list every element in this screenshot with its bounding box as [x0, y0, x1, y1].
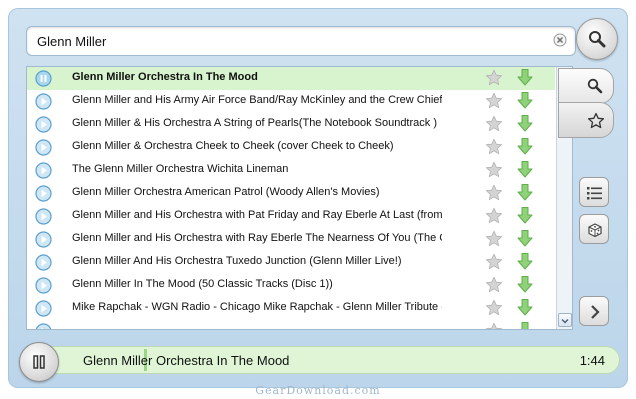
star-icon[interactable] [485, 184, 503, 202]
star-icon[interactable] [485, 138, 503, 156]
watermark: GearDownload.com [255, 384, 381, 397]
playlist-button[interactable] [579, 177, 609, 207]
play-circle-icon[interactable] [35, 116, 52, 133]
play-circle-icon[interactable] [35, 208, 52, 225]
dice-icon [588, 223, 602, 238]
download-arrow-icon[interactable] [516, 275, 534, 295]
tab-search[interactable] [558, 68, 614, 104]
track-title: Glenn Miller and His Army Air Force Band… [72, 94, 442, 106]
star-icon[interactable] [485, 276, 503, 294]
star-icon[interactable] [485, 69, 503, 87]
search-button[interactable] [576, 18, 618, 60]
track-row[interactable]: Glenn Miller and His Orchestra with Pat … [27, 205, 555, 228]
download-arrow-icon[interactable] [516, 183, 534, 203]
download-arrow-icon[interactable] [516, 321, 534, 330]
list-icon [587, 187, 602, 200]
pause-circle-icon[interactable] [35, 70, 52, 87]
track-title: Mike Rapchak - WGN Radio - Chicago Mike … [72, 301, 442, 313]
track-list: Glenn Miller Orchestra In The Mood Glenn … [26, 66, 573, 330]
track-title: Glenn Miller & Orchestra Cheek to Cheek … [72, 140, 394, 152]
track-title: Glenn Miller and His Orchestra with Pat … [72, 209, 442, 221]
play-circle-icon[interactable] [35, 254, 52, 271]
play-circle-icon[interactable] [35, 277, 52, 294]
pause-icon [33, 355, 45, 369]
scroll-down-button[interactable] [558, 313, 572, 327]
play-circle-icon[interactable] [35, 323, 52, 330]
track-row[interactable]: Glenn Miller and His Orchestra with Ray … [27, 228, 555, 251]
download-arrow-icon[interactable] [516, 68, 534, 88]
download-arrow-icon[interactable] [516, 114, 534, 134]
now-playing-time: 1:44 [579, 353, 605, 368]
download-arrow-icon[interactable] [516, 298, 534, 318]
play-circle-icon[interactable] [35, 185, 52, 202]
chevron-down-icon [561, 318, 569, 324]
pause-button[interactable] [19, 342, 59, 382]
search-icon [589, 31, 606, 48]
track-title [72, 324, 442, 329]
search-icon [587, 78, 603, 94]
download-arrow-icon[interactable] [516, 137, 534, 157]
play-circle-icon[interactable] [35, 162, 52, 179]
track-title: Glenn Miller and His Orchestra with Ray … [72, 232, 442, 244]
download-arrow-icon[interactable] [516, 206, 534, 226]
track-row[interactable] [27, 320, 555, 330]
star-icon[interactable] [485, 253, 503, 271]
download-arrow-icon[interactable] [516, 229, 534, 249]
track-row[interactable]: Glenn Miller and His Army Air Force Band… [27, 90, 555, 113]
chevron-right-icon [591, 305, 600, 319]
track-title: Glenn Miller Orchestra American Patrol (… [72, 186, 380, 198]
now-playing-title: Glenn Miller Orchestra In The Mood [83, 353, 290, 368]
app-window: Glenn Miller Orchestra In The MoodGlenn … [8, 8, 628, 388]
track-row[interactable]: Glenn Miller Orchestra In The Mood [27, 67, 555, 90]
star-icon[interactable] [485, 207, 503, 225]
star-icon[interactable] [485, 115, 503, 133]
clear-search-icon[interactable] [553, 33, 567, 47]
star-icon[interactable] [485, 299, 503, 317]
track-row[interactable]: Mike Rapchak - WGN Radio - Chicago Mike … [27, 297, 555, 320]
play-circle-icon[interactable] [35, 139, 52, 156]
search-box[interactable] [26, 26, 576, 56]
track-row[interactable]: The Glenn Miller Orchestra Wichita Linem… [27, 159, 555, 182]
star-icon[interactable] [485, 230, 503, 248]
play-circle-icon[interactable] [35, 93, 52, 110]
search-input[interactable] [37, 32, 537, 50]
track-row[interactable]: Glenn Miller Orchestra American Patrol (… [27, 182, 555, 205]
star-icon[interactable] [485, 92, 503, 110]
track-title: Glenn Miller In The Mood (50 Classic Tra… [72, 278, 333, 290]
star-icon[interactable] [485, 161, 503, 179]
track-row[interactable]: Glenn Miller And His Orchestra Tuxedo Ju… [27, 251, 555, 274]
track-row[interactable]: Glenn Miller & Orchestra Cheek to Cheek … [27, 136, 555, 159]
star-icon[interactable] [485, 322, 503, 330]
track-row[interactable]: Glenn Miller In The Mood (50 Classic Tra… [27, 274, 555, 297]
shuffle-button[interactable] [579, 214, 609, 244]
track-title: The Glenn Miller Orchestra Wichita Linem… [72, 163, 289, 175]
track-title: Glenn Miller Orchestra In The Mood [72, 71, 258, 83]
play-circle-icon[interactable] [35, 231, 52, 248]
track-row[interactable]: Glenn Miller & His Orchestra A String of… [27, 113, 555, 136]
star-outline-icon [587, 112, 605, 129]
download-arrow-icon[interactable] [516, 252, 534, 272]
track-title: Glenn Miller & His Orchestra A String of… [72, 117, 437, 129]
download-arrow-icon[interactable] [516, 91, 534, 111]
next-button[interactable] [579, 296, 609, 326]
tab-favorites[interactable] [558, 102, 614, 138]
now-playing-bar[interactable]: Glenn Miller Orchestra In The Mood 1:44 [48, 346, 620, 374]
play-circle-icon[interactable] [35, 300, 52, 317]
track-title: Glenn Miller And His Orchestra Tuxedo Ju… [72, 255, 402, 267]
download-arrow-icon[interactable] [516, 160, 534, 180]
